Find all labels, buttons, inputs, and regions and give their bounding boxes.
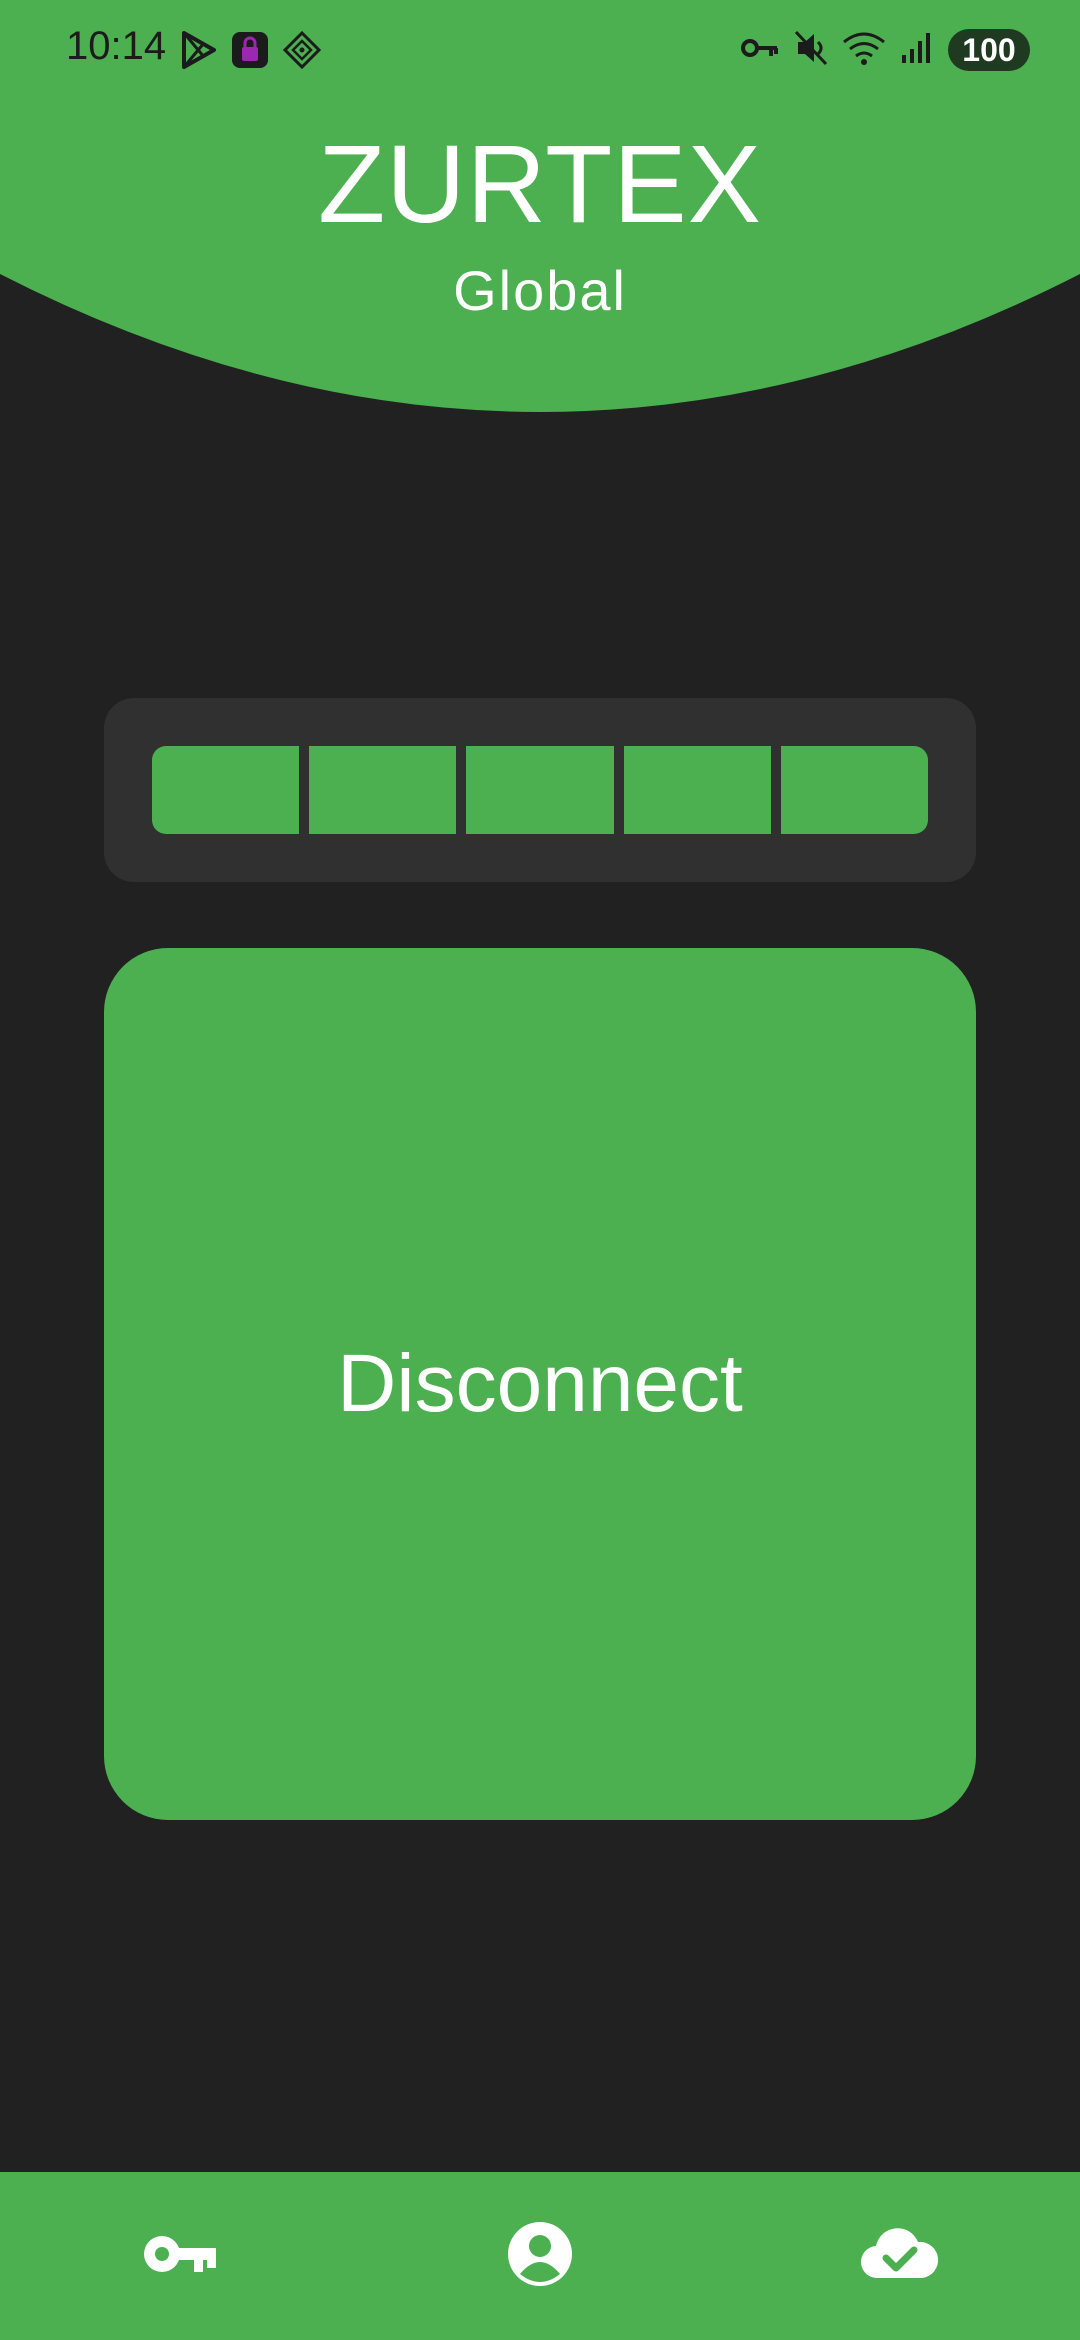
disconnect-label: Disconnect xyxy=(337,1338,743,1429)
account-circle-icon xyxy=(506,2220,574,2293)
strength-segment xyxy=(780,746,929,834)
vpn-key-icon xyxy=(740,33,780,68)
nav-item-account[interactable] xyxy=(360,2172,720,2340)
wifi-icon xyxy=(842,30,886,71)
strength-segment xyxy=(623,746,771,834)
app-screen: 10:14 100 ZURTEX Global Disconnect xyxy=(0,0,1080,2340)
connection-strength-bar xyxy=(152,746,929,834)
nav-item-cloud[interactable] xyxy=(720,2172,1080,2340)
cloud-done-icon xyxy=(860,2226,940,2287)
vpn-lock-app-icon xyxy=(230,30,270,75)
status-bar: 10:14 100 xyxy=(0,0,1080,100)
status-time: 10:14 xyxy=(66,24,167,68)
app-subtitle: Global xyxy=(453,259,627,322)
app-title: ZURTEX xyxy=(317,123,762,246)
disconnect-button[interactable]: Disconnect xyxy=(104,948,976,1820)
bottom-navigation xyxy=(0,2172,1080,2340)
battery-indicator: 100 xyxy=(948,29,1030,71)
status-right-icons: 100 xyxy=(740,28,1030,72)
signal-icon xyxy=(900,31,934,70)
mute-icon xyxy=(794,30,828,71)
connection-strength-panel xyxy=(104,698,976,882)
diamond-app-icon xyxy=(282,30,322,75)
play-store-icon xyxy=(180,30,218,75)
key-icon xyxy=(142,2230,218,2283)
strength-segment xyxy=(152,746,300,834)
strength-segment xyxy=(309,746,457,834)
nav-item-key[interactable] xyxy=(0,2172,360,2340)
status-left-icons xyxy=(180,30,322,74)
strength-segment xyxy=(466,746,614,834)
